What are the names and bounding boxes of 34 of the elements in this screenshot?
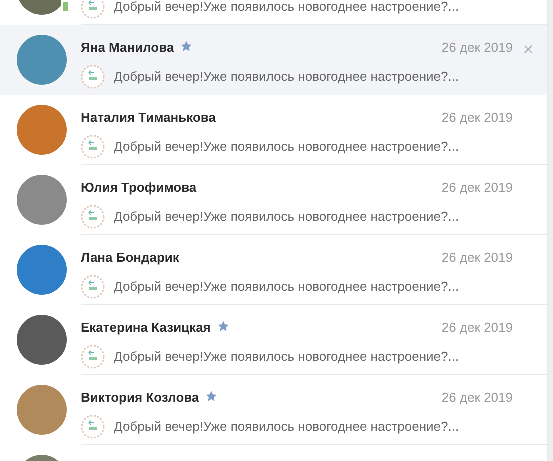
avatar-photo-placeholder[interactable] [17,105,67,155]
group-logo-icon [81,65,105,89]
contact-name[interactable]: Лана Бондарик [81,248,180,267]
message-preview: Добрый вечер!Уже появилось новогоднее настроение?... [114,418,460,436]
message-preview: Добрый вечер!Уже появилось новогоднее настроение?... [114,0,460,16]
contact-name[interactable]: Виктория Козлова [81,388,200,407]
group-logo-icon [81,275,105,299]
message-date: 26 дек 2019 [442,388,513,407]
contact-name[interactable]: Юлия Трофимова [81,178,197,197]
message-date: 26 дек 2019 [442,108,513,127]
message-date: 26 дек 2019 [442,178,513,197]
group-logo-icon [81,0,105,19]
avatar-photo-placeholder[interactable] [17,35,67,85]
message-date: 26 дек 2019 [442,38,513,57]
close-icon[interactable] [524,45,533,54]
contact-name[interactable]: Наталия Тиманькова [81,108,216,127]
avatar-photo-placeholder[interactable] [17,315,67,365]
contact-name[interactable]: Екатерина Казицкая [81,318,211,337]
avatar-photo-placeholder[interactable] [17,245,67,295]
dialog-row[interactable]: Яна Манилова 26 дек 2019 Добрый вечер!Уже появилось новогоднее настроение?... [0,25,547,95]
message-preview: Добрый вечер!Уже появилось новогоднее настроение?... [114,278,460,296]
message-preview: Добрый вечер!Уже появилось новогоднее настроение?... [114,208,460,226]
group-logo-icon [81,135,105,159]
message-date: 26 дек 2019 [442,248,513,267]
message-preview: Добрый вечер!Уже появилось новогоднее настроение?... [114,138,460,156]
group-logo-icon [81,345,105,369]
avatar-photo-placeholder[interactable] [17,175,67,225]
message-preview: Добрый вечер!Уже появилось новогоднее настроение?... [114,68,460,86]
avatar-photo-placeholder[interactable] [17,385,67,435]
message-preview: Добрый вечер!Уже появилось новогоднее настроение?... [114,348,460,366]
contact-name[interactable]: Яна Манилова [81,38,174,57]
message-date: 26 дек 2019 [442,318,513,337]
group-logo-icon [81,415,105,439]
group-logo-icon [81,205,105,229]
